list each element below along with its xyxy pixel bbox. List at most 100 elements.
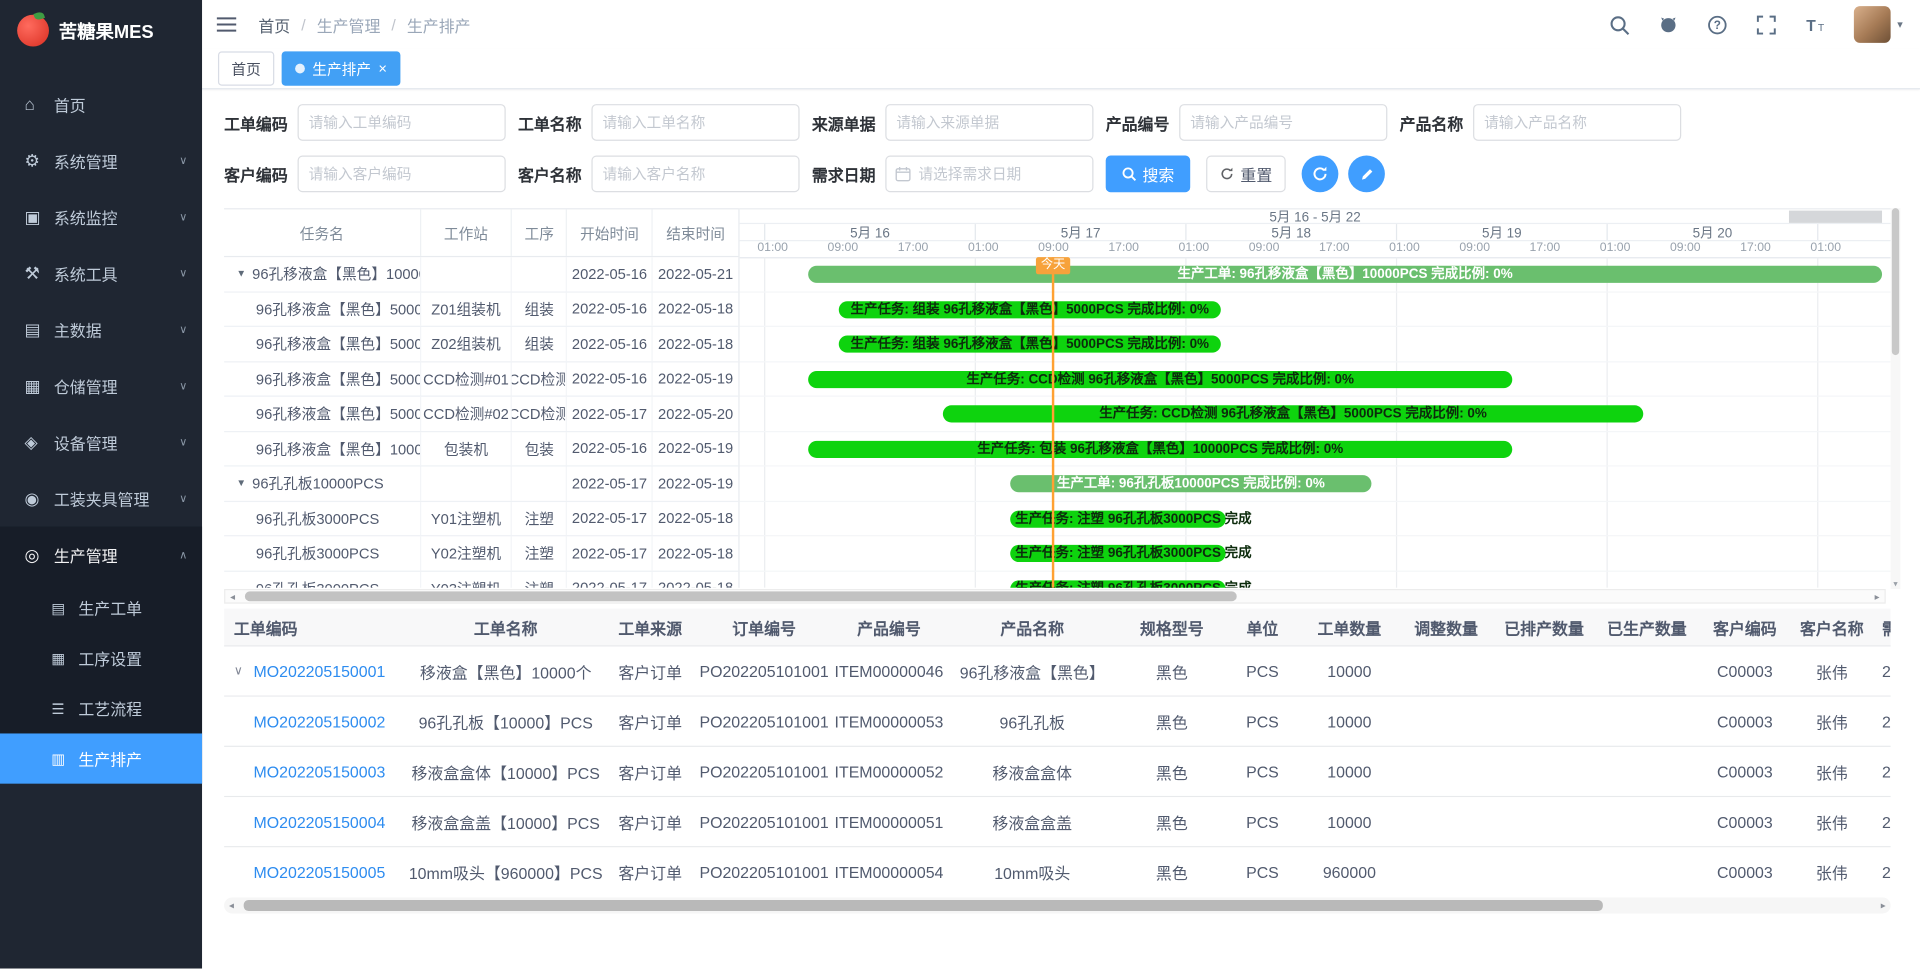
fullscreen-icon[interactable] — [1756, 14, 1777, 35]
breadcrumb-item[interactable]: 生产管理 — [317, 13, 381, 36]
sidebar-item-process-flow[interactable]: ☰工艺流程 — [0, 683, 202, 733]
scroll-right-arrow[interactable]: ▸ — [1876, 900, 1891, 911]
gantt-grid-row[interactable]: 96孔移液盒【黑色】10000PCS包装机包装2022-05-162022-05… — [224, 432, 738, 467]
table-row[interactable]: MO20220515000510mm吸头【960000】PCS客户订单PO202… — [224, 847, 1891, 891]
scrollbar-thumb[interactable] — [1892, 208, 1899, 355]
filter-product-code: 产品编号 — [1106, 104, 1388, 141]
gantt-grid-row[interactable]: ▼96孔移液盒【黑色】10000PCS2022-05-162022-05-21 — [224, 257, 738, 292]
scrollbar-thumb[interactable] — [245, 591, 1237, 601]
app-logo[interactable]: 苦糖果MES — [0, 0, 202, 61]
workorder-link[interactable]: MO202205150005 — [253, 863, 385, 881]
gantt-grid-row[interactable]: 96孔移液盒【黑色】5000PCSCCD检测#01CCD检测2022-05-16… — [224, 362, 738, 397]
sidebar-item-system-monitor[interactable]: ▣系统监控∨ — [0, 189, 202, 245]
customer-code-input[interactable] — [298, 156, 506, 193]
workorder-link[interactable]: MO202205150004 — [253, 812, 385, 830]
gantt-grid-row[interactable]: 96孔孔板3000PCSY01注塑机注塑2022-05-172022-05-18 — [224, 501, 738, 536]
gantt-order-bar[interactable]: 生产工单: 96孔移液盒【黑色】10000PCS 完成比例: 0% — [808, 266, 1882, 283]
workorder-code-cell: MO202205150002 — [224, 697, 408, 746]
refresh-button[interactable] — [1302, 156, 1339, 193]
gantt-grid-row[interactable]: 96孔孔板3000PCSY02注塑机注塑2022-05-172022-05-18 — [224, 536, 738, 571]
source-doc-input[interactable] — [885, 104, 1093, 141]
gantt-grid-row[interactable]: 96孔孔板3000PCSY03注塑机注塑2022-05-172022-05-18 — [224, 571, 738, 588]
product-name-input[interactable] — [1473, 104, 1681, 141]
scrollbar-track[interactable] — [240, 590, 1870, 602]
breadcrumb-separator: / — [391, 15, 395, 33]
product-code-input[interactable] — [1179, 104, 1387, 141]
sidebar-item-production-workorder[interactable]: ▤生产工单 — [0, 583, 202, 633]
table-row[interactable]: MO202205150004移液盒盒盖【10000】PCS客户订单PO20220… — [224, 797, 1891, 847]
demand-date-input[interactable] — [885, 156, 1093, 193]
table-row[interactable]: MO20220515000296孔孔板【10000】PCS客户订单PO20220… — [224, 697, 1891, 747]
gantt-task-bar[interactable]: 生产任务: CCD检测 96孔移液盒【黑色】5000PCS 完成比例: 0% — [943, 405, 1643, 422]
reset-button[interactable]: 重置 — [1206, 156, 1286, 193]
workorder-link[interactable]: MO202205150002 — [253, 712, 385, 730]
gantt-grid-row[interactable]: ▼96孔孔板10000PCS2022-05-172022-05-19 — [224, 467, 738, 502]
scrollbar-thumb[interactable] — [244, 900, 1603, 911]
avatar[interactable] — [1854, 6, 1891, 43]
table-cell — [1400, 747, 1493, 796]
sidebar-item-production-scheduling[interactable]: ▥生产排产 — [0, 733, 202, 783]
sidebar-item-warehouse-management[interactable]: ▦仓储管理∨ — [0, 358, 202, 414]
workorder-link[interactable]: MO202205150003 — [253, 762, 385, 780]
customer-name-input[interactable] — [591, 156, 799, 193]
gantt-task-bar[interactable]: 生产任务: 组装 96孔移液盒【黑色】5000PCS 完成比例: 0% — [839, 301, 1221, 318]
gantt-task-bar[interactable]: 生产任务: 注塑 96孔孔板3000PCS 完成 — [1010, 580, 1226, 588]
chevron-down-icon[interactable]: ∨ — [234, 664, 254, 677]
table-cell — [1400, 847, 1493, 891]
sidebar-item-fixture-management[interactable]: ◉工装夹具管理∨ — [0, 470, 202, 526]
gantt-range-scroll-thumb[interactable] — [1789, 211, 1882, 223]
table-horizontal-scrollbar[interactable]: ◂ ▸ — [224, 898, 1891, 914]
gantt-task-bar[interactable]: 生产任务: 注塑 96孔孔板3000PCS 完成 — [1010, 545, 1226, 562]
sidebar-item-process-settings[interactable]: ▦工序设置 — [0, 633, 202, 683]
sidebar-item-label: 首页 — [54, 92, 187, 115]
gantt-task-bar[interactable]: 生产任务: 注塑 96孔孔板3000PCS 完成 — [1010, 510, 1226, 527]
filter-label: 工单名称 — [518, 111, 582, 134]
sidebar-item-master-data[interactable]: ▤主数据∨ — [0, 301, 202, 357]
sidebar-item-system-management[interactable]: ⚙系统管理∨ — [0, 132, 202, 188]
user-menu[interactable]: ▾ — [1854, 6, 1902, 43]
sidebar-item-system-tools[interactable]: ⚒系统工具∨ — [0, 245, 202, 301]
font-size-icon[interactable]: TT — [1805, 14, 1826, 35]
table-column-header: 客户编码 — [1698, 609, 1791, 646]
svg-text:T: T — [1818, 22, 1825, 33]
github-icon[interactable] — [1659, 14, 1680, 35]
sidebar-item-home[interactable]: ⌂首页 — [0, 76, 202, 132]
tab-home[interactable]: 首页 — [218, 51, 274, 85]
scroll-left-arrow[interactable]: ◂ — [225, 591, 240, 602]
filter-source-doc: 来源单据 — [812, 104, 1094, 141]
table-column-header: 已生产数量 — [1596, 609, 1699, 646]
gantt-grid-row[interactable]: 96孔移液盒【黑色】5000PCSZ02组装机组装2022-05-162022-… — [224, 327, 738, 362]
table-cell: ITEM00000054 — [831, 847, 946, 891]
gantt-panel: 任务名工作站工序开始时间结束时间 ▼96孔移液盒【黑色】10000PCS2022… — [224, 208, 1891, 588]
help-icon[interactable]: ? — [1708, 14, 1729, 35]
search-icon[interactable] — [1610, 14, 1631, 35]
gantt-order-bar[interactable]: 生产工单: 96孔孔板10000PCS 完成比例: 0% — [1010, 475, 1371, 492]
workorder-name-input[interactable] — [591, 104, 799, 141]
breadcrumb-item[interactable]: 首页 — [258, 13, 290, 36]
edit-button[interactable] — [1348, 156, 1385, 193]
table-column-header: 工单名称 — [408, 609, 604, 646]
sidebar-item-equipment-management[interactable]: ◈设备管理∨ — [0, 414, 202, 470]
table-row[interactable]: ∨MO202205150001移液盒【黑色】10000个客户订单PO202205… — [224, 647, 1891, 697]
gantt-task-bar[interactable]: 生产任务: CCD检测 96孔移液盒【黑色】5000PCS 完成比例: 0% — [808, 370, 1512, 387]
workorder-code-input[interactable] — [298, 104, 506, 141]
scroll-down-arrow[interactable]: ▾ — [1891, 579, 1901, 589]
search-button[interactable]: 搜索 — [1106, 156, 1191, 193]
table-row[interactable]: MO202205150003移液盒盒体【10000】PCS客户订单PO20220… — [224, 747, 1891, 797]
gantt-task-bar[interactable]: 生产任务: 组装 96孔移液盒【黑色】5000PCS 完成比例: 0% — [839, 336, 1221, 353]
caret-down-icon[interactable]: ▼ — [236, 268, 246, 279]
tab-production-scheduling[interactable]: 生产排产× — [282, 51, 401, 85]
workorder-link[interactable]: MO202205150001 — [253, 662, 385, 680]
scroll-right-arrow[interactable]: ▸ — [1870, 591, 1885, 602]
table-cell: 202 — [1872, 647, 1890, 696]
gantt-horizontal-scrollbar[interactable]: ◂ ▸ — [224, 589, 1886, 604]
scroll-left-arrow[interactable]: ◂ — [224, 900, 239, 911]
gantt-task-bar[interactable]: 生产任务: 包装 96孔移液盒【黑色】10000PCS 完成比例: 0% — [808, 440, 1512, 457]
caret-down-icon[interactable]: ▼ — [236, 478, 246, 489]
close-icon[interactable]: × — [378, 61, 387, 76]
gantt-vertical-scrollbar[interactable]: ▾ — [1891, 208, 1901, 589]
sidebar-toggle-icon[interactable] — [217, 16, 237, 33]
sidebar-item-production-management[interactable]: ◎生产管理∧ — [0, 527, 202, 583]
gantt-grid-row[interactable]: 96孔移液盒【黑色】5000PCSCCD检测#02CCD检测2022-05-17… — [224, 397, 738, 432]
gantt-grid-row[interactable]: 96孔移液盒【黑色】5000PCSZ01组装机组装2022-05-162022-… — [224, 292, 738, 327]
